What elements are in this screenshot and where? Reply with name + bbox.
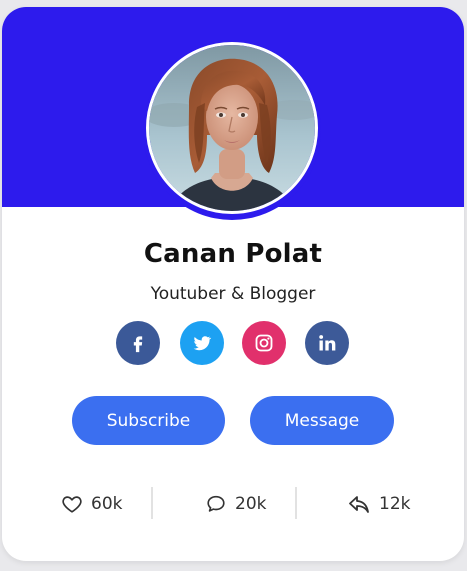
heart-icon bbox=[62, 496, 82, 513]
likes-stat[interactable]: 60k bbox=[61, 487, 122, 521]
twitter-button[interactable] bbox=[180, 321, 224, 365]
comments-stat[interactable]: 20k bbox=[205, 487, 266, 521]
comment-icon bbox=[207, 495, 225, 512]
facebook-button[interactable] bbox=[116, 321, 160, 365]
stat-divider bbox=[151, 487, 153, 519]
profile-name: Canan Polat bbox=[143, 239, 323, 269]
stat-divider bbox=[295, 487, 297, 519]
shares-stat[interactable]: 12k bbox=[347, 487, 410, 521]
reply-icon bbox=[349, 496, 369, 513]
profile-card: Canan Polat Youtuber & Blogger Subscribe… bbox=[2, 7, 464, 561]
subscribe-button[interactable]: Subscribe bbox=[72, 396, 225, 445]
message-button[interactable]: Message bbox=[250, 396, 394, 445]
avatar-photo bbox=[149, 45, 315, 211]
twitter-icon bbox=[193, 336, 212, 351]
likes-count: 60k bbox=[91, 494, 123, 514]
shares-count: 12k bbox=[379, 494, 411, 514]
facebook-icon bbox=[133, 336, 143, 353]
comments-count: 20k bbox=[235, 494, 267, 514]
profile-role: Youtuber & Blogger bbox=[150, 284, 316, 304]
instagram-icon bbox=[255, 334, 273, 352]
linkedin-button[interactable] bbox=[305, 321, 349, 365]
instagram-button[interactable] bbox=[242, 321, 286, 365]
avatar bbox=[146, 42, 318, 214]
avatar-ring bbox=[143, 42, 321, 220]
linkedin-icon bbox=[319, 335, 336, 351]
